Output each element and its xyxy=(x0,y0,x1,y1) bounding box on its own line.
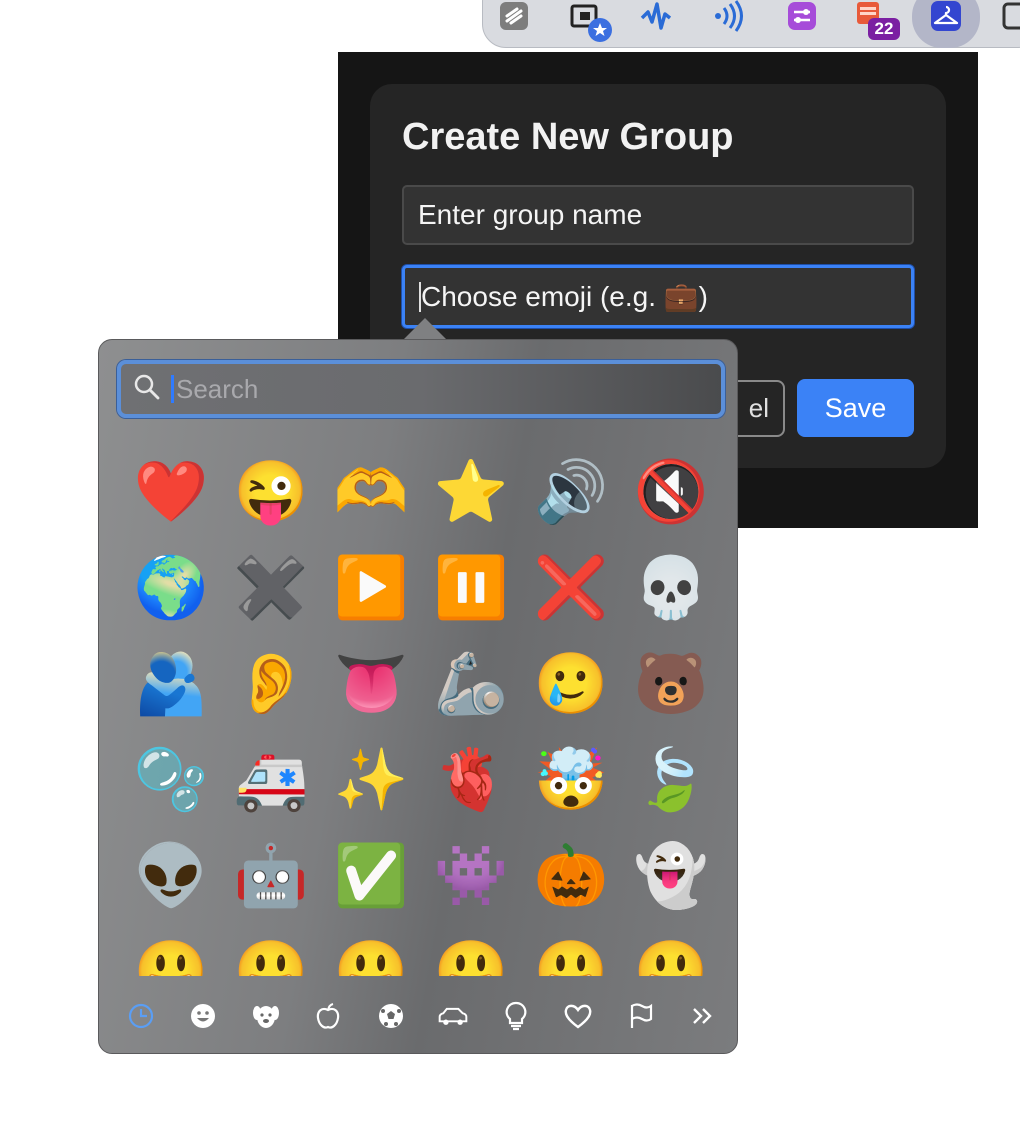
group-name-input[interactable]: Enter group name xyxy=(402,185,914,245)
emoji-row: 🌍 ✖️ ▶️ ⏸️ ❌ 💀 xyxy=(121,540,733,636)
emoji-cell[interactable]: 👽 xyxy=(121,828,221,924)
emoji-cell[interactable]: 😃 xyxy=(621,924,721,977)
emoji-input[interactable]: Choose emoji (e.g. 💼) xyxy=(402,265,914,328)
emoji-cell[interactable]: 👂 xyxy=(221,636,321,732)
recent-clock-icon[interactable] xyxy=(125,1000,157,1032)
emoji-cell[interactable]: 🤯 xyxy=(521,732,621,828)
emoji-row: 😃 😃 😃 😃 😃 😃 xyxy=(121,924,733,977)
emoji-cell[interactable]: 🚑 xyxy=(221,732,321,828)
animals-icon[interactable] xyxy=(250,1000,282,1032)
emoji-cell[interactable]: ❤️ xyxy=(121,444,221,540)
picker-pointer-arrow xyxy=(403,318,447,340)
emoji-cell[interactable]: ✅ xyxy=(321,828,421,924)
emoji-cell[interactable]: 😃 xyxy=(221,924,321,977)
emoji-cell[interactable]: 🍃 xyxy=(621,732,721,828)
emoji-cell[interactable]: 😃 xyxy=(421,924,521,977)
emoji-cell[interactable]: 🔇 xyxy=(621,444,721,540)
objects-bulb-icon[interactable] xyxy=(500,1000,532,1032)
emoji-grid: ❤️ 😜 🫶 ⭐ 🔊 🔇 🌍 ✖️ ▶️ ⏸️ ❌ 💀 🫂 👂 👅 🦾 🥲 🐻 🫧 🚑 ✨ 🫀 🤯 🍃 👽 🤖 ✅ 👾 🎃 👻 😃 😃 😃 😃 😃 😃 xyxy=(121,444,733,977)
cancel-button-label: el xyxy=(748,393,769,423)
emoji-cell[interactable]: 🫧 xyxy=(121,732,221,828)
dialog-title: Create New Group xyxy=(402,116,734,158)
emoji-cell[interactable]: 🐻 xyxy=(621,636,721,732)
emoji-input-placeholder: Choose emoji (e.g. 💼) xyxy=(421,281,708,312)
emoji-cell[interactable]: ⏸️ xyxy=(421,540,521,636)
emoji-cell[interactable]: 👻 xyxy=(621,828,721,924)
emoji-cell[interactable]: ✖️ xyxy=(221,540,321,636)
more-chevrons-icon[interactable] xyxy=(687,1000,719,1032)
purple-settings-icon[interactable] xyxy=(786,0,818,32)
emoji-category-bar xyxy=(125,998,719,1034)
emoji-cell[interactable]: ✨ xyxy=(321,732,421,828)
save-button[interactable]: Save xyxy=(797,379,914,437)
search-icon xyxy=(133,373,161,406)
emoji-row: 🫧 🚑 ✨ 🫀 🤯 🍃 xyxy=(121,732,733,828)
emoji-cell[interactable]: 👅 xyxy=(321,636,421,732)
group-name-placeholder: Enter group name xyxy=(418,199,643,230)
emoji-cell[interactable]: 😃 xyxy=(521,924,621,977)
smileys-icon[interactable] xyxy=(187,1000,219,1032)
emoji-cell[interactable]: ▶️ xyxy=(321,540,421,636)
emoji-row: 🫂 👂 👅 🦾 🥲 🐻 xyxy=(121,636,733,732)
emoji-cell[interactable]: ⭐ xyxy=(421,444,521,540)
emoji-cell[interactable]: ❌ xyxy=(521,540,621,636)
audio-wave-icon[interactable] xyxy=(640,0,672,32)
notes-app-icon[interactable] xyxy=(498,0,530,32)
emoji-row: 👽 🤖 ✅ 👾 🎃 👻 xyxy=(121,828,733,924)
emoji-cell[interactable]: 🫂 xyxy=(121,636,221,732)
emoji-cell[interactable]: 🫀 xyxy=(421,732,521,828)
food-apple-icon[interactable] xyxy=(312,1000,344,1032)
screen-window-star-icon[interactable] xyxy=(570,0,614,44)
emoji-cell[interactable]: 😃 xyxy=(321,924,421,977)
wireless-signal-icon[interactable] xyxy=(712,0,744,32)
emoji-search-field[interactable]: Search xyxy=(117,360,725,418)
emoji-cell[interactable]: 🫶 xyxy=(321,444,421,540)
emoji-row: ❤️ 😜 🫶 ⭐ 🔊 🔇 xyxy=(121,444,733,540)
emoji-cell[interactable]: 😃 xyxy=(121,924,221,977)
activity-ball-icon[interactable] xyxy=(375,1000,407,1032)
emoji-cell[interactable]: 👾 xyxy=(421,828,521,924)
symbols-heart-icon[interactable] xyxy=(562,1000,594,1032)
overflow-icon[interactable] xyxy=(1000,0,1020,32)
emoji-search-placeholder: Search xyxy=(171,375,258,403)
emoji-cell[interactable]: 😜 xyxy=(221,444,321,540)
emoji-cell[interactable]: 🦾 xyxy=(421,636,521,732)
calendar-badge: 22 xyxy=(868,18,900,40)
emoji-cell[interactable]: 🎃 xyxy=(521,828,621,924)
emoji-cell[interactable]: 🌍 xyxy=(121,540,221,636)
emoji-cell[interactable]: 🥲 xyxy=(521,636,621,732)
travel-car-icon[interactable] xyxy=(437,1000,469,1032)
emoji-picker-popover: Search ❤️ 😜 🫶 ⭐ 🔊 🔇 🌍 ✖️ ▶️ ⏸️ ❌ 💀 🫂 👂 👅 🦾 🥲 🐻 🫧 🚑 ✨ 🫀 🤯 🍃 👽 🤖 ✅ 👾 🎃… xyxy=(98,339,738,1054)
flags-icon[interactable] xyxy=(625,1000,657,1032)
emoji-cell[interactable]: 💀 xyxy=(621,540,721,636)
emoji-cell[interactable]: 🤖 xyxy=(221,828,321,924)
hanger-icon[interactable] xyxy=(930,0,962,32)
emoji-cell[interactable]: 🔊 xyxy=(521,444,621,540)
